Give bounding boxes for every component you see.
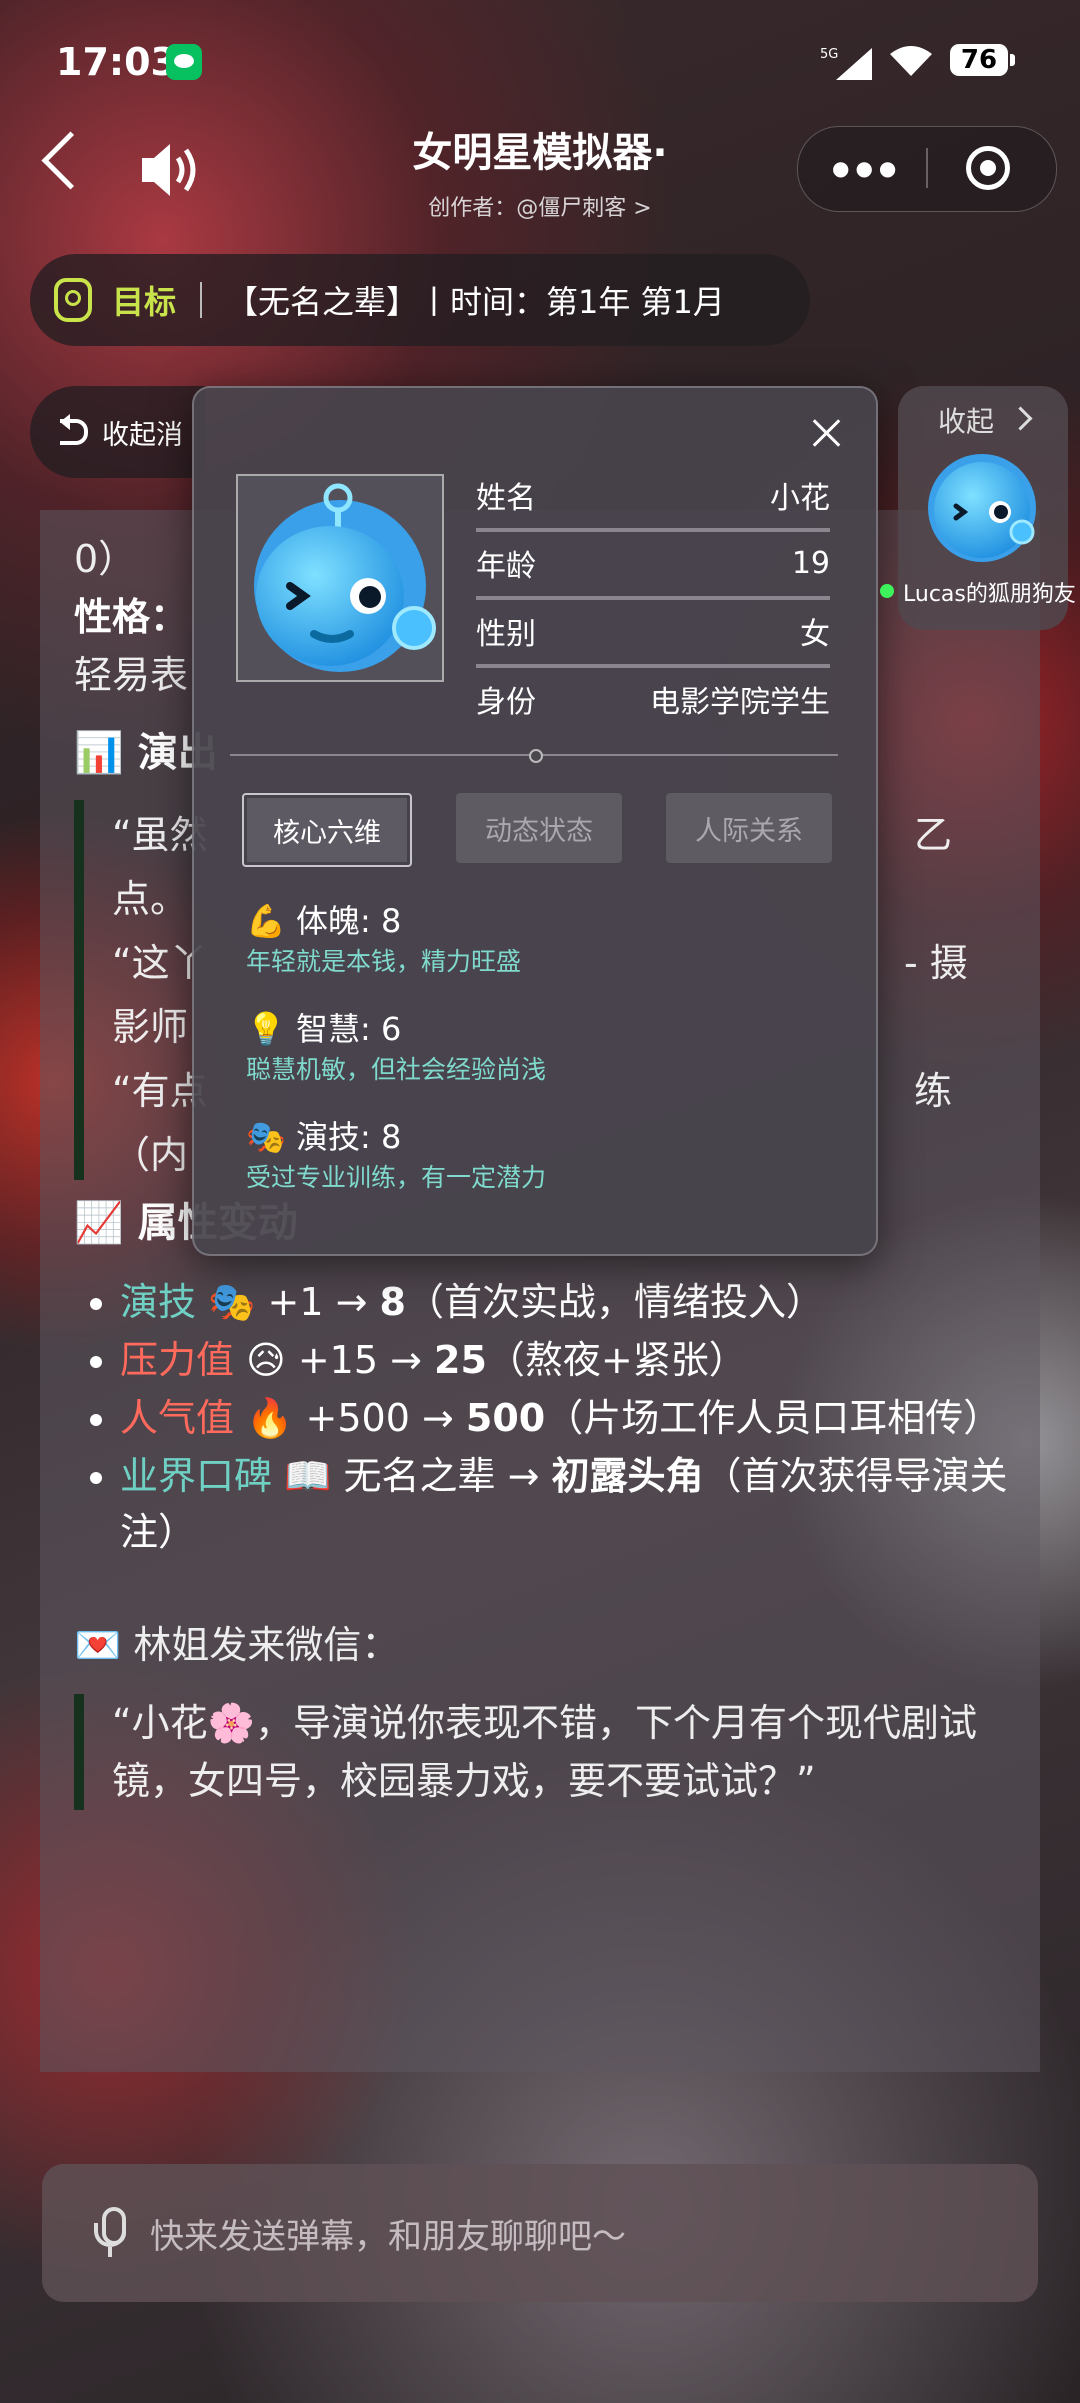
stat-name: 智慧: 6	[296, 1010, 402, 1048]
info-key: 姓名	[476, 481, 536, 516]
wechat-heading: 💌 林姐发来微信：	[74, 1616, 1024, 1674]
attr-emoji: 🔥	[246, 1396, 294, 1440]
attr-change-list: 演技 🎭 +1 → 8（首次实战，情绪投入） 压力值 😥 +15 → 25（熬夜…	[74, 1274, 1024, 1560]
friend-avatar[interactable]	[926, 452, 1038, 564]
quote-fragment: 练	[914, 1069, 953, 1113]
collapse-messages-button[interactable]: 收起消	[30, 386, 205, 478]
speaker-icon[interactable]	[140, 140, 206, 200]
attr-name: 压力值	[120, 1338, 235, 1382]
attr-value: 500	[465, 1396, 546, 1440]
attr-value: 初露头角	[551, 1454, 704, 1498]
battery-indicator: 76	[950, 44, 1008, 76]
attr-change: 无名之辈 →	[331, 1454, 552, 1498]
wechat-notification-icon	[166, 44, 202, 80]
friend-name: Lucas的狐朋狗友	[903, 582, 1076, 607]
battery-tip	[1010, 54, 1015, 66]
character-avatar	[236, 474, 444, 682]
wechat-title: 林姐发来微信：	[133, 1623, 400, 1667]
info-row-gender: 性别 女	[476, 598, 830, 668]
attr-emoji: 😥	[246, 1338, 286, 1382]
microphone-icon[interactable]	[92, 2203, 128, 2263]
attr-emoji: 🎭	[208, 1280, 256, 1324]
wechat-quote: “小花🌸，导演说你表现不错，下个月有个现代剧试镜，女四号，校园暴力戏，要不要试试…	[74, 1694, 1024, 1810]
quote-fragment: （内	[112, 1133, 189, 1177]
info-value: 小花	[770, 481, 830, 516]
robot-avatar-icon	[928, 454, 1036, 562]
attr-change: +1 →	[255, 1280, 380, 1324]
attr-name: 业界口碑	[120, 1454, 273, 1498]
list-item: 人气值 🔥 +500 → 500（片场工作人员口耳相传）	[120, 1390, 1024, 1446]
info-key: 身份	[476, 685, 536, 720]
attr-value: 25	[434, 1338, 487, 1382]
stat-name: 体魄: 8	[296, 902, 402, 940]
list-item: 演技 🎭 +1 → 8（首次实战，情绪投入）	[120, 1274, 1024, 1330]
tab-relationships[interactable]: 人际关系	[666, 793, 832, 863]
muscle-emoji-icon: 💪	[246, 902, 286, 940]
list-item: 业界口碑 📖 无名之辈 → 初露头角（首次获得导演关注）	[120, 1448, 1024, 1560]
info-row-name: 姓名 小花	[476, 462, 830, 532]
quote-fragment: 影师	[112, 1005, 189, 1049]
more-icon[interactable]: ●●●	[832, 158, 902, 178]
divider-ornament	[529, 749, 543, 763]
tab-dynamic-status[interactable]: 动态状态	[456, 793, 622, 863]
goal-divider	[200, 282, 203, 318]
attr-value: 8	[379, 1280, 406, 1324]
info-value: 电影学院学生	[650, 685, 830, 720]
info-row-identity: 身份 电影学院学生	[476, 666, 830, 732]
robot-avatar-icon	[254, 483, 436, 672]
list-item: 压力值 😥 +15 → 25（熬夜+紧张）	[120, 1332, 1024, 1388]
stat-desc: 聪慧机敏，但社会经验尚浅	[246, 1055, 547, 1084]
side-collapse-button[interactable]: 收起	[938, 400, 994, 440]
attr-name: 人气值	[120, 1396, 235, 1440]
undo-icon	[60, 414, 88, 445]
stat-physique: 💪 体魄: 8 年轻就是本钱，精力旺盛	[246, 898, 521, 980]
danmaku-placeholder: 快来发送弹幕，和朋友聊聊吧～	[150, 2216, 626, 2257]
attr-name: 演技	[120, 1280, 197, 1324]
stat-wisdom: 💡 智慧: 6 聪慧机敏，但社会经验尚浅	[246, 1006, 546, 1088]
mail-emoji-icon: 💌	[74, 1623, 134, 1667]
stat-desc: 受过专业训练，有一定潜力	[246, 1163, 547, 1192]
wifi-icon	[890, 46, 932, 76]
bulb-emoji-icon: 💡	[246, 1010, 286, 1048]
stat-name: 演技: 8	[296, 1118, 402, 1156]
stat-acting: 🎭 演技: 8 受过专业训练，有一定潜力	[246, 1114, 546, 1196]
network-label: 5G	[820, 47, 838, 62]
creator-link[interactable]: 创作者：@僵尸刺客 >	[300, 190, 780, 222]
trend-emoji-icon: 📈	[74, 1200, 138, 1246]
info-value: 女	[800, 617, 830, 652]
goal-bar[interactable]: 目标 【无名之辈】丨时间：第1年 第1月	[30, 254, 810, 346]
signal-icon: 5G	[820, 47, 872, 80]
attr-change: +15 →	[285, 1338, 435, 1382]
info-key: 性别	[476, 617, 536, 652]
location-icon	[54, 278, 92, 322]
stat-desc: 年轻就是本钱，精力旺盛	[246, 947, 522, 976]
chart-emoji-icon: 📊	[74, 730, 138, 776]
quote-fragment: 点。	[112, 877, 189, 921]
attr-change: +500 →	[293, 1396, 466, 1440]
danmaku-input[interactable]: 快来发送弹幕，和朋友聊聊吧～	[42, 2164, 1038, 2302]
quote-fragment: 乙	[914, 813, 953, 857]
goal-label: 目标	[112, 283, 177, 321]
attr-note: （首次实战，情绪投入）	[405, 1280, 824, 1324]
attr-note: （熬夜+紧张）	[486, 1338, 747, 1382]
online-status-dot	[880, 584, 894, 598]
close-miniprogram-icon[interactable]	[966, 146, 1010, 190]
page-title: 女明星模拟器·	[412, 130, 668, 176]
capsule-divider	[926, 148, 928, 188]
status-time: 17:03	[56, 40, 177, 84]
info-key: 年龄	[476, 549, 536, 584]
mask-emoji-icon: 🎭	[246, 1118, 286, 1156]
info-row-age: 年龄 19	[476, 530, 830, 600]
info-value: 19	[791, 545, 830, 581]
quote-fragment: - 摄	[904, 941, 968, 985]
collapse-messages-label: 收起消	[102, 419, 183, 451]
goal-text: 【无名之辈】丨时间：第1年 第1月	[226, 283, 725, 321]
back-button[interactable]	[41, 131, 100, 190]
attr-emoji: 📖	[284, 1454, 332, 1498]
close-icon[interactable]	[812, 418, 842, 448]
attr-note: （片场工作人员口耳相传）	[545, 1396, 1002, 1440]
tab-core-stats[interactable]: 核心六维	[242, 793, 412, 867]
